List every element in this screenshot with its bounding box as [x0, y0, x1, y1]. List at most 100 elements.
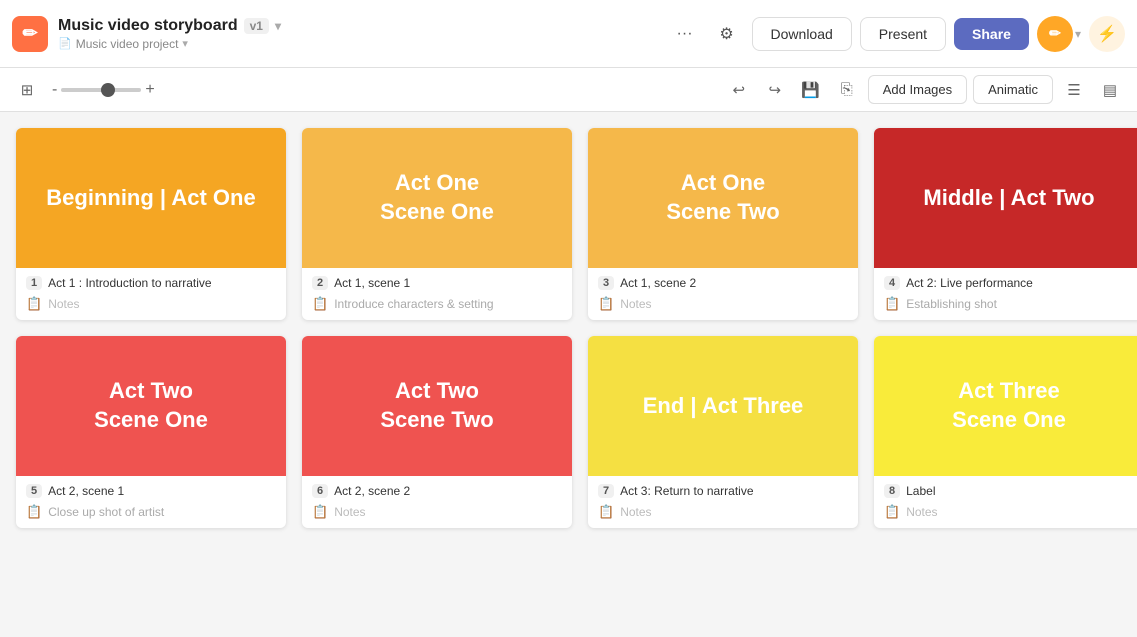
card-4[interactable]: Middle | Act Two 4 Act 2: Live performan… — [874, 128, 1137, 320]
toolbar: ⊞ - + ↩ ↪ 💾 ⎘ Add Images Animatic ☰ ▤ — [0, 68, 1137, 112]
card-image-text: Act TwoScene Two — [380, 377, 493, 434]
zoom-slider[interactable] — [61, 88, 141, 92]
settings-button[interactable]: ⚙ — [710, 17, 744, 51]
note-text: Notes — [906, 505, 937, 519]
card-image: Act OneScene One — [302, 128, 572, 268]
note-text: Notes — [334, 505, 365, 519]
card-note-row: 📋Notes — [26, 296, 276, 312]
canvas-area: Beginning | Act One 1 Act 1 : Introducti… — [0, 112, 1137, 637]
note-icon: 📋 — [884, 504, 900, 520]
note-icon: 📋 — [884, 296, 900, 312]
animatic-button[interactable]: Animatic — [973, 75, 1053, 104]
card-scene-row: 1 Act 1 : Introduction to narrative — [26, 276, 276, 290]
card-number: 4 — [884, 276, 900, 290]
card-number: 5 — [26, 484, 42, 498]
card-note-row: 📋 Notes — [598, 504, 848, 520]
note-text: Notes — [620, 505, 651, 519]
card-info: 1 Act 1 : Introduction to narrative 📋Not… — [16, 268, 286, 320]
card-info: 5 Act 2, scene 1 📋Close up shot of artis… — [16, 476, 286, 528]
avatar: ✏ — [1037, 16, 1073, 52]
card-number: 8 — [884, 484, 900, 498]
undo-button[interactable]: ↩ — [724, 75, 754, 105]
grid-view-button[interactable]: ⊞ — [12, 75, 42, 105]
card-8[interactable]: Act ThreeScene One 8 Label 📋Notes — [874, 336, 1137, 528]
card-info: 8 Label 📋 Notes — [874, 476, 1137, 528]
card-number: 3 — [598, 276, 614, 290]
version-badge[interactable]: v1 — [244, 18, 269, 34]
toolbar-right: ↩ ↪ 💾 ⎘ Add Images Animatic ☰ ▤ — [724, 75, 1125, 105]
card-image: Act TwoScene One — [16, 336, 286, 476]
note-text: Notes — [48, 297, 79, 311]
panel-view-button[interactable]: ▤ — [1095, 75, 1125, 105]
redo-button[interactable]: ↪ — [760, 75, 790, 105]
card-scene-row: 2 Act 1, scene 1 — [312, 276, 562, 290]
lightning-button[interactable]: ⚡ — [1089, 16, 1125, 52]
note-text: Introduce characters & setting — [334, 297, 493, 311]
card-scene-label: Act 1 : Introduction to narrative — [48, 276, 211, 290]
header-actions: ··· ⚙ Download Present Share ✏ ▾ ⚡ — [668, 16, 1125, 52]
zoom-control: - + — [52, 81, 155, 99]
card-note-row: 📋Notes — [598, 296, 848, 312]
card-scene-label: Act 3: Return to narrative — [620, 484, 753, 498]
header-title: Music video storyboard v1 ▾ — [58, 17, 281, 35]
save-button[interactable]: 💾 — [796, 75, 826, 105]
card-image-text: Act TwoScene One — [94, 377, 208, 434]
card-7[interactable]: End | Act Three 7 Act 3: Return to narra… — [588, 336, 858, 528]
card-image: Beginning | Act One — [16, 128, 286, 268]
card-scene-row: 3 Act 1, scene 2 — [598, 276, 848, 290]
subtitle-chevron-icon[interactable]: ▾ — [182, 37, 188, 50]
project-icon: 📄 — [58, 37, 72, 50]
card-note-row: 📋 Notes — [312, 504, 562, 520]
subtitle-text: Music video project — [76, 37, 179, 51]
card-image: Act TwoScene Two — [302, 336, 572, 476]
card-image-text: End | Act Three — [643, 392, 804, 421]
card-note-row: 📋 Establishing shot — [884, 296, 1134, 312]
list-view-button[interactable]: ☰ — [1059, 75, 1089, 105]
card-image-text: Middle | Act Two — [923, 184, 1094, 213]
header: ✏ Music video storyboard v1 ▾ 📄 Music vi… — [0, 0, 1137, 68]
card-scene-row: 7 Act 3: Return to narrative — [598, 484, 848, 498]
more-options-button[interactable]: ··· — [668, 17, 702, 51]
present-button[interactable]: Present — [860, 17, 946, 51]
card-6[interactable]: Act TwoScene Two 6 Act 2, scene 2 📋 Notes — [302, 336, 572, 528]
card-note-row: 📋 Notes — [884, 504, 1134, 520]
card-image-text: Beginning | Act One — [46, 184, 255, 213]
download-button[interactable]: Download — [752, 17, 852, 51]
chevron-down-icon[interactable]: ▾ — [275, 19, 281, 33]
card-number: 7 — [598, 484, 614, 498]
card-scene-label: Act 2, scene 1 — [48, 484, 124, 498]
card-scene-row: 8 Label — [884, 484, 1134, 498]
zoom-plus-button[interactable]: + — [145, 81, 154, 99]
avatar-chevron-icon[interactable]: ▾ — [1075, 27, 1081, 41]
note-icon: 📋 — [312, 504, 328, 520]
card-scene-label: Act 2: Live performance — [906, 276, 1033, 290]
card-note-row: 📋Close up shot of artist — [26, 504, 276, 520]
copy-button[interactable]: ⎘ — [832, 75, 862, 105]
card-5[interactable]: Act TwoScene One 5 Act 2, scene 1 📋Close… — [16, 336, 286, 528]
title-text: Music video storyboard — [58, 17, 238, 35]
card-note-row: 📋 Introduce characters & setting — [312, 296, 562, 312]
avatar-group: ✏ ▾ — [1037, 16, 1081, 52]
note-icon: 📋 — [598, 504, 614, 520]
note-icon: 📋 — [312, 296, 328, 312]
card-scene-label: Act 2, scene 2 — [334, 484, 410, 498]
card-info: 2 Act 1, scene 1 📋 Introduce characters &… — [302, 268, 572, 320]
zoom-minus-button[interactable]: - — [52, 81, 57, 99]
share-button[interactable]: Share — [954, 18, 1029, 50]
note-text: Establishing shot — [906, 297, 997, 311]
card-image: Act OneScene Two — [588, 128, 858, 268]
card-1[interactable]: Beginning | Act One 1 Act 1 : Introducti… — [16, 128, 286, 320]
note-text: Close up shot of artist — [48, 505, 164, 519]
card-scene-label: Act 1, scene 2 — [620, 276, 696, 290]
card-info: 7 Act 3: Return to narrative 📋 Notes — [588, 476, 858, 528]
card-scene-row: 6 Act 2, scene 2 — [312, 484, 562, 498]
card-scene-row: 4 Act 2: Live performance — [884, 276, 1134, 290]
card-3[interactable]: Act OneScene Two 3 Act 1, scene 2 📋Notes — [588, 128, 858, 320]
card-image: Middle | Act Two — [874, 128, 1137, 268]
card-image-text: Act OneScene Two — [666, 169, 779, 226]
card-scene-label: Act 1, scene 1 — [334, 276, 410, 290]
card-info: 4 Act 2: Live performance 📋 Establishing … — [874, 268, 1137, 320]
card-image: End | Act Three — [588, 336, 858, 476]
add-images-button[interactable]: Add Images — [868, 75, 967, 104]
card-2[interactable]: Act OneScene One 2 Act 1, scene 1 📋 Intro… — [302, 128, 572, 320]
